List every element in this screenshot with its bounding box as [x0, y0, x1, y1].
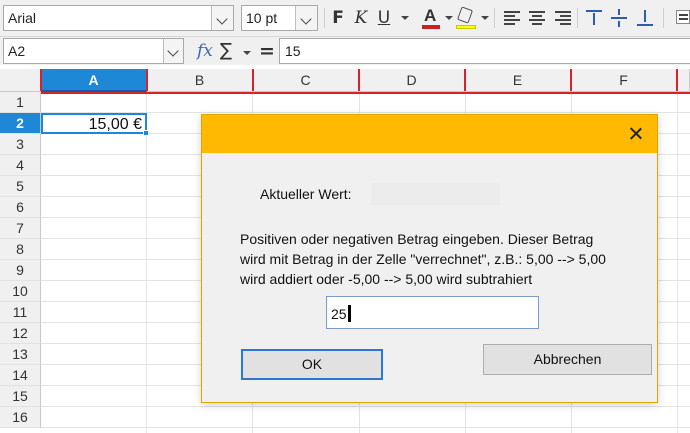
page-break-line — [146, 69, 148, 91]
ok-button[interactable]: OK — [241, 349, 383, 380]
highlight-dropdown-caret[interactable] — [481, 16, 489, 20]
wrap-text-icon[interactable] — [676, 10, 690, 24]
current-value-field — [371, 183, 500, 205]
page-break-line — [40, 69, 42, 91]
row-header-9[interactable]: 9 — [0, 260, 41, 281]
formula-input[interactable]: 15 — [279, 38, 690, 64]
amount-input[interactable]: 25 — [326, 296, 539, 329]
chevron-down-icon[interactable] — [295, 6, 317, 30]
chevron-down-icon[interactable] — [163, 39, 183, 63]
underline-button[interactable]: U — [376, 7, 392, 29]
row-header-11[interactable]: 11 — [0, 302, 41, 323]
column-header-c[interactable]: C — [253, 69, 359, 92]
name-box-value: A2 — [8, 43, 26, 59]
dialog-title-bar[interactable] — [202, 115, 657, 153]
sum-icon[interactable]: ∑ — [220, 40, 232, 61]
toolbar-separator — [577, 8, 578, 28]
cell-a2[interactable]: 15,00 € — [41, 113, 147, 134]
page-break-line — [358, 69, 360, 91]
cancel-button[interactable]: Abbrechen — [483, 344, 652, 375]
underline-icon: U — [377, 8, 391, 28]
align-top-icon[interactable] — [585, 8, 603, 28]
bold-button[interactable]: F — [330, 7, 346, 29]
row-header-8[interactable]: 8 — [0, 239, 41, 260]
formula-content: 15 — [285, 43, 301, 59]
font-color-swatch — [422, 25, 440, 29]
column-header-b[interactable]: B — [147, 69, 253, 92]
function-wizard-icon[interactable]: fx — [197, 41, 213, 61]
page-break-line — [464, 69, 466, 91]
autofill-handle[interactable] — [143, 130, 149, 136]
column-header-a[interactable]: A — [41, 69, 147, 92]
underline-dropdown-caret[interactable] — [401, 16, 409, 20]
row-header-12[interactable]: 12 — [0, 323, 41, 344]
row-header-15[interactable]: 15 — [0, 386, 41, 407]
align-center-icon[interactable] — [528, 11, 546, 25]
bold-icon: F — [332, 8, 344, 28]
font-name-value: Arial — [8, 10, 37, 26]
page-break-line — [41, 92, 690, 94]
description-line: Positiven oder negativen Betrag eingeben… — [240, 231, 594, 247]
column-header-f[interactable]: F — [571, 69, 677, 92]
description-line: wird addiert oder -5,00 --> 5,00 wird su… — [240, 271, 533, 287]
description-line: wird mit Betrag in der Zelle "verrechnet… — [240, 251, 606, 267]
cell-a2-value: 15,00 € — [88, 116, 142, 133]
toolbar-separator — [663, 8, 664, 28]
name-box[interactable]: A2 — [3, 38, 184, 64]
dialog-description: Positiven oder negativen Betrag eingeben… — [240, 229, 650, 289]
formula-icon[interactable]: = — [259, 40, 275, 62]
font-size-value: 10 pt — [246, 10, 278, 26]
current-value-label: Aktueller Wert: — [260, 186, 352, 202]
page-break-line — [570, 69, 572, 91]
highlight-icon — [456, 6, 474, 24]
row-header-5[interactable]: 5 — [0, 176, 41, 197]
amount-dialog: Aktueller Wert: Positiven oder negativen… — [201, 114, 658, 403]
toolbar-separator — [324, 8, 325, 28]
close-icon[interactable] — [625, 123, 647, 145]
align-right-icon[interactable] — [553, 11, 571, 25]
row-header-6[interactable]: 6 — [0, 197, 41, 218]
row-header-16[interactable]: 16 — [0, 407, 41, 428]
page-break-line — [252, 69, 254, 91]
align-bottom-icon[interactable] — [636, 8, 654, 28]
amount-input-value: 25 — [331, 306, 347, 322]
formula-bar: A2 fx ∑ = 15 — [0, 36, 690, 65]
italic-button[interactable]: K — [353, 7, 369, 29]
font-size-combobox[interactable]: 10 pt — [241, 5, 318, 31]
align-middle-icon[interactable] — [610, 8, 628, 28]
highlight-button[interactable] — [455, 6, 477, 30]
align-left-icon[interactable] — [504, 11, 522, 25]
row-header-7[interactable]: 7 — [0, 218, 41, 239]
sum-dropdown-caret[interactable] — [243, 51, 251, 55]
row-header-13[interactable]: 13 — [0, 344, 41, 365]
row-header-3[interactable]: 3 — [0, 134, 41, 155]
column-header-e[interactable]: E — [465, 69, 571, 92]
font-name-combobox[interactable]: Arial — [3, 5, 234, 31]
select-all-corner[interactable] — [0, 69, 41, 92]
italic-icon: K — [354, 8, 368, 28]
font-color-icon: A — [424, 6, 437, 25]
column-header-g[interactable] — [677, 69, 690, 92]
chevron-down-icon[interactable] — [211, 6, 233, 30]
font-color-button[interactable]: A — [421, 6, 441, 30]
highlight-swatch — [456, 25, 476, 29]
font-color-dropdown-caret[interactable] — [445, 16, 453, 20]
row-header-2[interactable]: 2 — [0, 113, 41, 134]
toolbar-separator — [494, 8, 495, 28]
row-header-14[interactable]: 14 — [0, 365, 41, 386]
page-break-line — [676, 69, 678, 91]
column-header-d[interactable]: D — [359, 69, 465, 92]
text-cursor — [347, 305, 351, 322]
formatting-toolbar: Arial 10 pt F K U A — [0, 0, 690, 36]
row-header-10[interactable]: 10 — [0, 281, 41, 302]
row-header-4[interactable]: 4 — [0, 155, 41, 176]
row-header-1[interactable]: 1 — [0, 92, 41, 113]
